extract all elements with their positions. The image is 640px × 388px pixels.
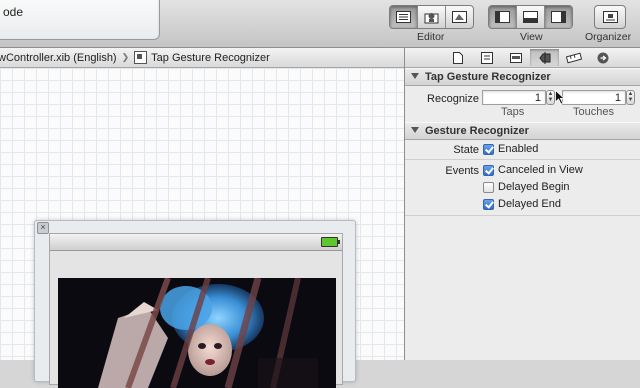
interface-builder-canvas[interactable]: × bbox=[0, 68, 404, 388]
window-toolbar: ode Editor View Organizer bbox=[0, 0, 640, 48]
tap-gesture-section-title: Tap Gesture Recognizer bbox=[425, 71, 551, 83]
delayed-begin-checkbox[interactable] bbox=[483, 181, 494, 193]
standard-editor-icon bbox=[396, 11, 411, 23]
delayed-end-row[interactable]: Delayed End bbox=[483, 198, 561, 210]
editor-label: Editor bbox=[417, 31, 445, 43]
breadcrumb-object[interactable]: Tap Gesture Recognizer bbox=[151, 52, 270, 64]
enabled-checkbox-row[interactable]: Enabled bbox=[483, 143, 538, 155]
taps-field[interactable]: 1 bbox=[482, 90, 546, 105]
gesture-recognizer-section-title: Gesture Recognizer bbox=[425, 125, 529, 137]
view-segmented-control bbox=[488, 5, 573, 29]
activity-status-text: ode bbox=[3, 5, 24, 19]
identity-inspector-icon bbox=[509, 52, 522, 63]
organizer-button[interactable] bbox=[594, 5, 626, 29]
debug-area-toggle-button[interactable] bbox=[517, 6, 545, 28]
view-controller-scene[interactable]: × bbox=[34, 220, 356, 388]
delayed-begin-label: Delayed Begin bbox=[498, 181, 570, 193]
photo-content bbox=[58, 278, 336, 388]
events-label: Events bbox=[445, 165, 479, 177]
size-inspector-icon bbox=[565, 52, 582, 63]
utilities-toggle-button[interactable] bbox=[545, 6, 572, 28]
delayed-begin-row[interactable]: Delayed Begin bbox=[483, 181, 570, 193]
mouse-cursor-icon bbox=[555, 90, 565, 105]
touches-stepper[interactable]: ▲ ▼ bbox=[626, 90, 635, 105]
navigator-pane-icon bbox=[495, 11, 510, 23]
inspector-tab-bar bbox=[405, 48, 640, 68]
image-view[interactable] bbox=[58, 278, 336, 388]
jump-bar: wController.xib (English) ❯ Tap Gesture … bbox=[0, 48, 404, 68]
quick-help-icon bbox=[480, 51, 493, 64]
attributes-inspector-icon bbox=[538, 51, 550, 64]
version-editor-button[interactable] bbox=[446, 6, 473, 28]
taps-stepper[interactable]: ▲ ▼ bbox=[546, 90, 555, 105]
gesture-recognizer-icon bbox=[134, 51, 148, 64]
navigator-toggle-button[interactable] bbox=[489, 6, 517, 28]
organizer-label: Organizer bbox=[585, 31, 632, 43]
version-editor-icon bbox=[452, 11, 467, 23]
tab-size-inspector[interactable] bbox=[559, 49, 588, 66]
utilities-inspector: Tap Gesture Recognizer Recognize 1 ▲ ▼ 1 … bbox=[404, 48, 640, 360]
state-label: State bbox=[453, 144, 479, 156]
touches-label: Touches bbox=[573, 106, 614, 118]
section-divider bbox=[405, 215, 640, 216]
tab-identity-inspector[interactable] bbox=[501, 49, 530, 66]
standard-editor-button[interactable] bbox=[390, 6, 418, 28]
tab-connections-inspector[interactable] bbox=[588, 49, 617, 66]
disclosure-triangle-icon bbox=[411, 73, 419, 79]
canceled-in-view-label: Canceled in View bbox=[498, 164, 583, 176]
disclosure-triangle-icon bbox=[411, 127, 419, 133]
view-root[interactable] bbox=[49, 233, 343, 388]
section-divider bbox=[405, 159, 640, 160]
debug-area-icon bbox=[523, 11, 538, 23]
connections-inspector-icon bbox=[597, 52, 608, 63]
canceled-in-view-row[interactable]: Canceled in View bbox=[483, 164, 583, 176]
canceled-in-view-checkbox[interactable] bbox=[483, 164, 494, 176]
view-label: View bbox=[520, 31, 543, 43]
touches-field[interactable]: 1 bbox=[562, 90, 626, 105]
enabled-checkbox[interactable] bbox=[483, 143, 494, 155]
tab-quick-help[interactable] bbox=[472, 49, 501, 66]
editor-segmented-control bbox=[389, 5, 474, 29]
taps-label: Taps bbox=[501, 106, 525, 118]
simulated-status-bar bbox=[50, 234, 342, 251]
delayed-end-checkbox[interactable] bbox=[483, 198, 494, 210]
breadcrumb-chevron-icon: ❯ bbox=[121, 52, 130, 62]
tab-attributes-inspector[interactable] bbox=[530, 49, 559, 66]
tap-gesture-section-header[interactable]: Tap Gesture Recognizer bbox=[405, 68, 640, 86]
organizer-icon bbox=[602, 11, 618, 23]
close-icon[interactable]: × bbox=[37, 222, 49, 234]
breadcrumb-file[interactable]: wController.xib (English) bbox=[0, 52, 117, 64]
delayed-end-label: Delayed End bbox=[498, 198, 561, 210]
gesture-recognizer-section-header[interactable]: Gesture Recognizer bbox=[405, 122, 640, 140]
utilities-pane-icon bbox=[551, 11, 566, 23]
battery-icon bbox=[321, 237, 340, 247]
assistant-editor-icon bbox=[424, 12, 439, 23]
activity-status-box: ode bbox=[0, 0, 160, 40]
recognize-label: Recognize bbox=[427, 93, 479, 105]
file-inspector-icon bbox=[452, 51, 463, 64]
tab-file-inspector[interactable] bbox=[443, 49, 472, 66]
assistant-editor-button[interactable] bbox=[418, 6, 446, 28]
enabled-label: Enabled bbox=[498, 143, 539, 155]
